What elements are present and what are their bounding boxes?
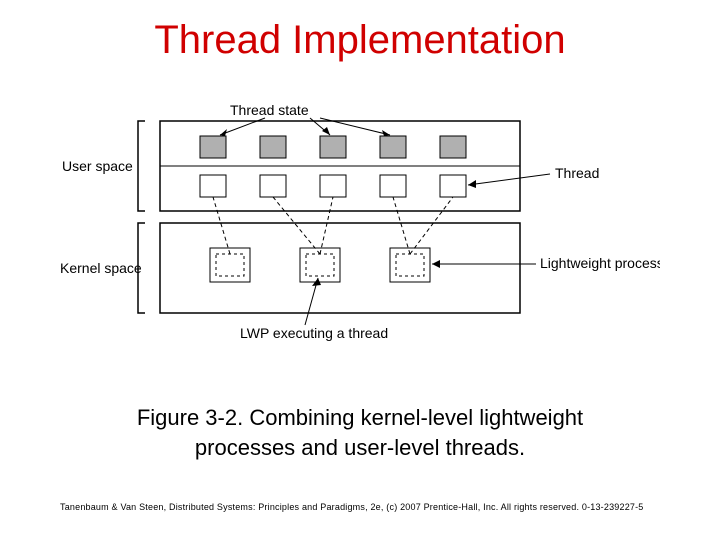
thread-box bbox=[320, 175, 346, 197]
thread-state-label: Thread state bbox=[230, 103, 309, 118]
thread-label: Thread bbox=[555, 165, 599, 181]
thread-state-box bbox=[260, 136, 286, 158]
thread-diagram: User space Kernel space Thread state Thr… bbox=[60, 103, 660, 353]
figure-caption: Figure 3-2. Combining kernel-level light… bbox=[0, 403, 720, 462]
caption-line-1: Figure 3-2. Combining kernel-level light… bbox=[137, 405, 583, 430]
thread-state-box bbox=[320, 136, 346, 158]
page-title: Thread Implementation bbox=[0, 0, 720, 63]
brace-user-space bbox=[138, 121, 145, 211]
copyright-footer: Tanenbaum & Van Steen, Distributed Syste… bbox=[0, 502, 720, 512]
thread-state-box bbox=[200, 136, 226, 158]
thread-box bbox=[260, 175, 286, 197]
lwp-executing-label: LWP executing a thread bbox=[240, 325, 388, 341]
caption-line-2: processes and user-level threads. bbox=[195, 435, 525, 460]
lightweight-process-label: Lightweight process bbox=[540, 255, 660, 271]
user-space-label: User space bbox=[62, 158, 133, 174]
thread-box bbox=[440, 175, 466, 197]
thread-box bbox=[380, 175, 406, 197]
thread-box bbox=[200, 175, 226, 197]
kernel-space-label: Kernel space bbox=[60, 260, 142, 276]
thread-state-box bbox=[440, 136, 466, 158]
thread-state-box bbox=[380, 136, 406, 158]
